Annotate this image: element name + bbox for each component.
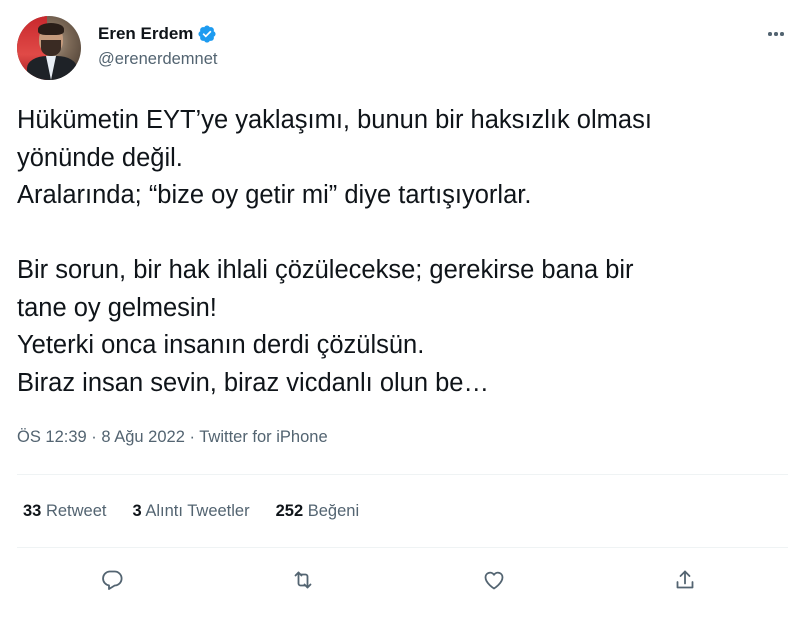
tweet-actions [0, 562, 805, 598]
likes-label: Beğeni [307, 502, 360, 520]
divider [17, 474, 788, 475]
tweet-meta[interactable]: ÖS 12:39 · 8 Ağu 2022 · Twitter for iPho… [17, 428, 328, 447]
likes-count: 252 [275, 502, 304, 520]
verified-badge-icon [197, 24, 217, 44]
more-options-icon[interactable] [764, 24, 788, 44]
likes-stat[interactable]: 252 Beğeni [276, 502, 360, 521]
tweet-header: Eren Erdem @erenerdemnet [17, 16, 788, 82]
tweet: Eren Erdem @erenerdemnet Hükümetin EYT’y… [0, 0, 805, 618]
user-handle[interactable]: @erenerdemnet [98, 50, 217, 69]
share-icon[interactable] [667, 562, 703, 598]
quotes-label: Alıntı Tweetler [145, 502, 250, 520]
tweet-text: Hükümetin EYT’ye yaklaşımı, bunun bir ha… [17, 106, 652, 397]
like-icon[interactable] [476, 562, 512, 598]
retweets-stat[interactable]: 33 Retweet [23, 502, 106, 521]
retweets-count: 33 [23, 502, 42, 520]
quotes-count: 3 [132, 502, 142, 520]
author-names: Eren Erdem @erenerdemnet [98, 23, 217, 69]
retweet-icon[interactable] [285, 562, 321, 598]
retweets-label: Retweet [45, 502, 107, 520]
divider [17, 547, 788, 548]
tweet-stats: 33 Retweet 3 Alıntı Tweetler 252 Beğeni [23, 502, 385, 521]
quotes-stat[interactable]: 3 Alıntı Tweetler [132, 502, 249, 521]
reply-icon[interactable] [94, 562, 130, 598]
avatar[interactable] [17, 16, 81, 80]
display-name[interactable]: Eren Erdem [98, 24, 193, 44]
